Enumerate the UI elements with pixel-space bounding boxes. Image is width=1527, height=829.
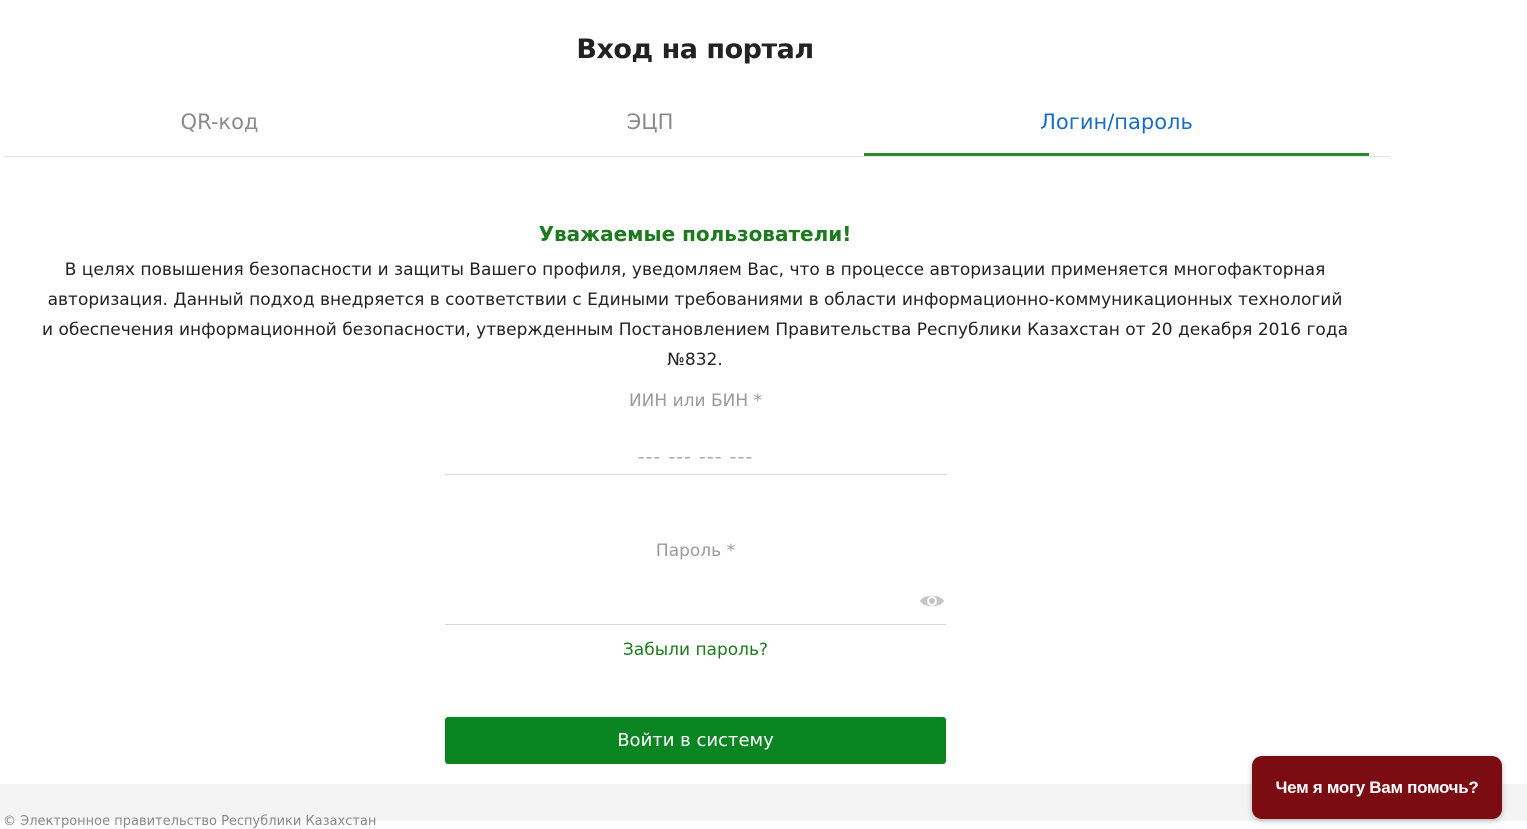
login-method-tabs: QR-код ЭЦП Логин/пароль [3, 96, 1390, 157]
footer-copyright: © Электронное правительство Республики К… [3, 814, 377, 829]
tab-ecp[interactable]: ЭЦП [436, 110, 864, 156]
page-title: Вход на портал [576, 34, 814, 65]
password-input[interactable] [445, 589, 946, 625]
login-submit-button[interactable]: Войти в систему [445, 717, 946, 764]
help-chat-button[interactable]: Чем я могу Вам помочь? [1252, 756, 1502, 819]
iin-input[interactable] [445, 439, 946, 475]
password-field-label: Пароль * [655, 541, 736, 561]
eye-icon[interactable] [918, 591, 946, 611]
tab-login-password[interactable]: Логин/пароль [864, 110, 1369, 156]
iin-field-label: ИИН или БИН * [628, 391, 763, 411]
notice-heading: Уважаемые пользователи! [538, 222, 852, 246]
forgot-password-link[interactable]: Забыли пароль? [445, 640, 946, 660]
tab-qr-code[interactable]: QR-код [3, 110, 436, 156]
notice-text: В целях повышения безопасности и защиты … [42, 260, 1348, 370]
